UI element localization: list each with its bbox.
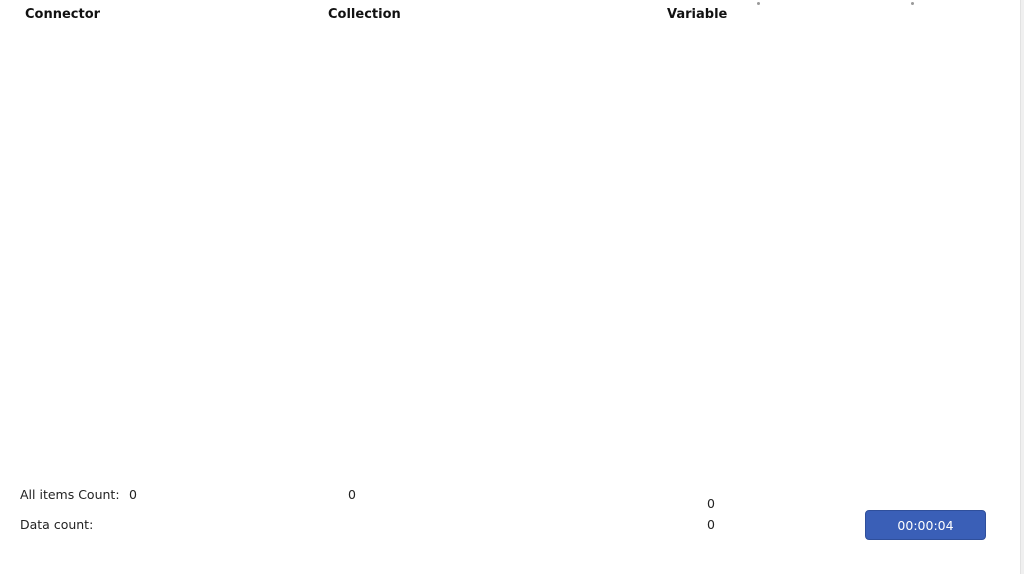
all-items-count-value: 0 — [129, 487, 137, 502]
variable-count-value: 0 — [707, 496, 715, 511]
header-connector: Connector — [25, 7, 101, 22]
data-count-label: Data count: — [20, 517, 94, 532]
resize-handle-dot-icon[interactable] — [757, 2, 760, 5]
header-variable: Variable — [667, 7, 728, 22]
variable-data-count-value: 0 — [707, 517, 715, 532]
all-items-count-label: All items Count: — [20, 487, 120, 502]
resize-handle-dot-icon[interactable] — [911, 2, 914, 5]
right-scroll-edge — [1020, 0, 1024, 574]
header-collection: Collection — [328, 7, 401, 22]
collection-count-value: 0 — [348, 487, 356, 502]
timer-button[interactable]: 00:00:04 — [865, 510, 986, 540]
